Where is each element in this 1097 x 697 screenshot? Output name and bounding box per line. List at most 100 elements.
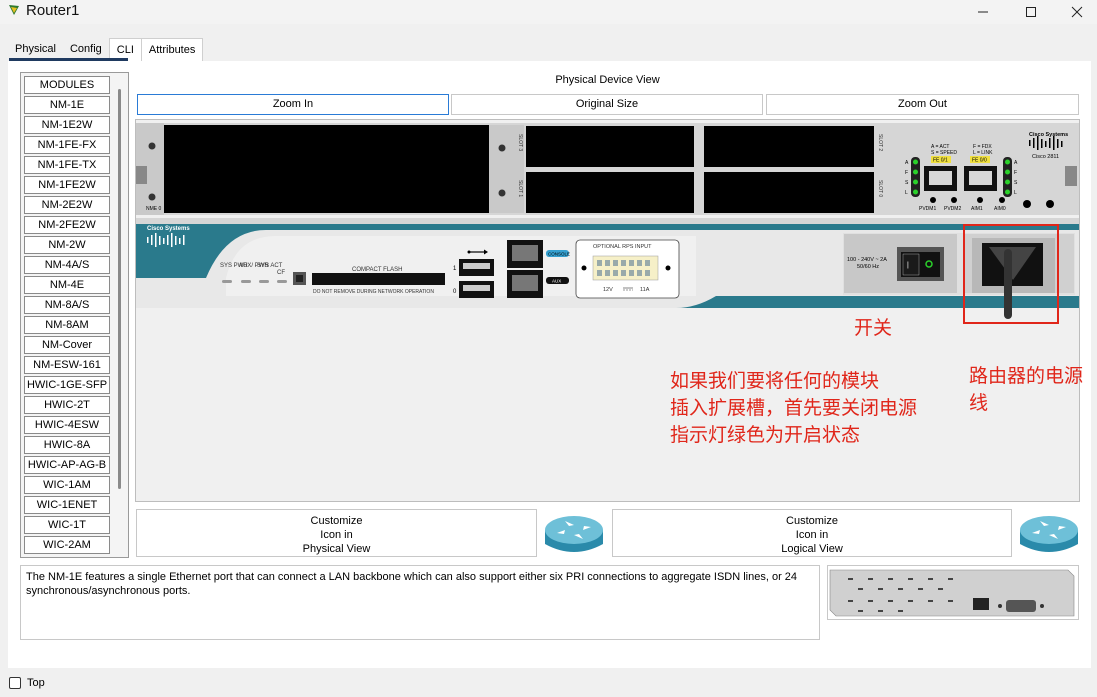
router-device-image[interactable]: NME 0 SLOT 3 SLOT 1 SLOT 2 SLOT 0 A = AC…: [136, 120, 1080, 502]
power-cord-highlight-box: [963, 224, 1059, 324]
tab-attributes[interactable]: Attributes: [140, 38, 204, 62]
close-button[interactable]: [1054, 0, 1097, 24]
sys-act-led: [259, 280, 269, 283]
module-item[interactable]: NM-1E2W: [24, 116, 110, 134]
rps-connector[interactable]: [592, 255, 659, 281]
compact-flash-label: COMPACT FLASH: [352, 267, 402, 273]
module-item[interactable]: NM-Cover: [24, 336, 110, 354]
module-item[interactable]: HWIC-2T: [24, 396, 110, 414]
physical-device-view-title: Physical Device View: [555, 74, 660, 86]
model-label: Cisco 2811: [1032, 154, 1059, 160]
maximize-icon: [1026, 7, 1036, 17]
module-item[interactable]: HWIC-1GE-SFP: [24, 376, 110, 394]
led-label-f: F: [905, 170, 908, 176]
module-item[interactable]: NM-1E: [24, 96, 110, 114]
svg-text:Cisco Systems: Cisco Systems: [147, 226, 190, 232]
slot1-bay[interactable]: [526, 172, 694, 213]
customize-physical-icon-button[interactable]: Customize Icon in Physical View: [136, 509, 537, 557]
instruction-line-2: 插入扩展槽，首先要关闭电源: [670, 397, 918, 419]
aux-pwr-led: [241, 280, 251, 283]
slot0-bay[interactable]: [704, 172, 874, 213]
svg-text:|: |: [907, 262, 909, 269]
led-label-l: L: [1014, 190, 1017, 196]
slot-nme-label: NME 0: [146, 206, 162, 212]
module-item[interactable]: NM-4E: [24, 276, 110, 294]
zoom-out-button[interactable]: Zoom Out: [766, 94, 1079, 115]
power-hz-label: 50/60 Hz: [857, 264, 879, 270]
rps-11a-label: 11A: [640, 287, 650, 293]
module-list[interactable]: MODULES NM-1E NM-1E2W NM-1FE-FX NM-1FE-TX NM-…: [20, 72, 129, 558]
module-item[interactable]: HWIC-AP-AG-B: [24, 456, 110, 474]
nme-slot[interactable]: [164, 125, 489, 213]
top-checkbox[interactable]: [9, 677, 21, 689]
pvdm2-label: PVDM2: [944, 206, 961, 212]
module-list-scrollbar[interactable]: [118, 89, 121, 489]
router-logical-icon: [1020, 516, 1078, 552]
power-cord-annotation: 路由器的电源 线: [969, 365, 1084, 414]
zoom-in-button[interactable]: Zoom In: [137, 94, 449, 115]
module-item[interactable]: NM-8AM: [24, 316, 110, 334]
module-item[interactable]: NM-2E2W: [24, 196, 110, 214]
svg-text:Cisco Systems: Cisco Systems: [1029, 132, 1068, 138]
minimize-icon: [978, 11, 988, 13]
module-item[interactable]: NM-1FE2W: [24, 176, 110, 194]
power-rating-label: 100 - 240V ~ 2A: [847, 257, 887, 263]
aim0-label: AIM0: [994, 206, 1006, 212]
fe00-label: FE 0/0: [972, 158, 987, 164]
fe01-label: FE 0/1: [933, 158, 948, 164]
router-physical-icon: [545, 516, 603, 552]
device-viewport[interactable]: NME 0 SLOT 3 SLOT 1 SLOT 2 SLOT 0 A = AC…: [135, 119, 1080, 502]
module-thumbnail: [827, 565, 1079, 620]
sys-pwr-led: [222, 280, 232, 283]
aim1-label: AIM1: [971, 206, 983, 212]
customize-logical-line-1: Customize: [786, 515, 838, 527]
module-item[interactable]: NM-8A/S: [24, 296, 110, 314]
cf-warning-label: DO NOT REMOVE DURING NETWORK OPERATION: [313, 289, 434, 295]
slot2-label: SLOT 2: [877, 134, 883, 151]
module-description: The NM-1E features a single Ethernet por…: [20, 565, 820, 640]
module-item[interactable]: NM-2FE2W: [24, 216, 110, 234]
screw-icon: [148, 142, 156, 150]
customize-logical-icon-button[interactable]: Customize Icon in Logical View: [612, 509, 1012, 557]
customize-logical-line-2: Icon in: [795, 529, 829, 541]
top-label: Top: [27, 677, 45, 689]
module-item[interactable]: NM-1FE-TX: [24, 156, 110, 174]
led-label-l: L: [905, 190, 908, 196]
slot1-label: SLOT 1: [517, 180, 523, 197]
aux-label: AUX: [552, 279, 561, 284]
module-item[interactable]: HWIC-8A: [24, 436, 110, 454]
led-label-f: F: [1014, 170, 1017, 176]
rps-label: OPTIONAL RPS INPUT: [593, 244, 652, 250]
instruction-line-1: 如果我们要将任何的模块: [670, 370, 880, 392]
module-item[interactable]: NM-2W: [24, 236, 110, 254]
instruction-line-3: 指示灯绿色为开启状态: [670, 424, 861, 446]
rps-12v-label: 12V: [603, 287, 613, 293]
module-item[interactable]: HWIC-4ESW: [24, 416, 110, 434]
packet-tracer-app-icon: [9, 5, 19, 15]
minimize-button[interactable]: [960, 0, 1006, 24]
fe-led-column: [1003, 157, 1012, 197]
slot2-bay[interactable]: [704, 126, 874, 167]
module-item[interactable]: WIC-1AM: [24, 476, 110, 494]
compact-flash-slot[interactable]: [312, 273, 445, 285]
link-legend: L = LINK: [973, 150, 993, 156]
module-item[interactable]: WIC-1ENET: [24, 496, 110, 514]
cf-label: CF: [277, 270, 285, 276]
module-item[interactable]: WIC-1T: [24, 516, 110, 534]
slot3-bay[interactable]: [526, 126, 694, 167]
pvdm1-label: PVDM1: [919, 206, 936, 212]
module-item[interactable]: NM-4A/S: [24, 256, 110, 274]
module-item[interactable]: NM-1FE-FX: [24, 136, 110, 154]
customize-physical-line-3: Physical View: [302, 543, 371, 555]
module-item[interactable]: WIC-2AM: [24, 536, 110, 554]
title-bar: Router1: [0, 0, 1097, 24]
cf-led: [277, 280, 287, 283]
customize-logical-line-3: Logical View: [781, 543, 843, 555]
screw-icon: [498, 144, 506, 152]
module-item[interactable]: NM-ESW-161: [24, 356, 110, 374]
console-label: CONSOLE: [548, 252, 570, 257]
original-size-button[interactable]: Original Size: [451, 94, 763, 115]
maximize-button[interactable]: [1008, 0, 1054, 24]
screw-icon: [498, 189, 506, 197]
window-title: Router1: [26, 2, 80, 19]
